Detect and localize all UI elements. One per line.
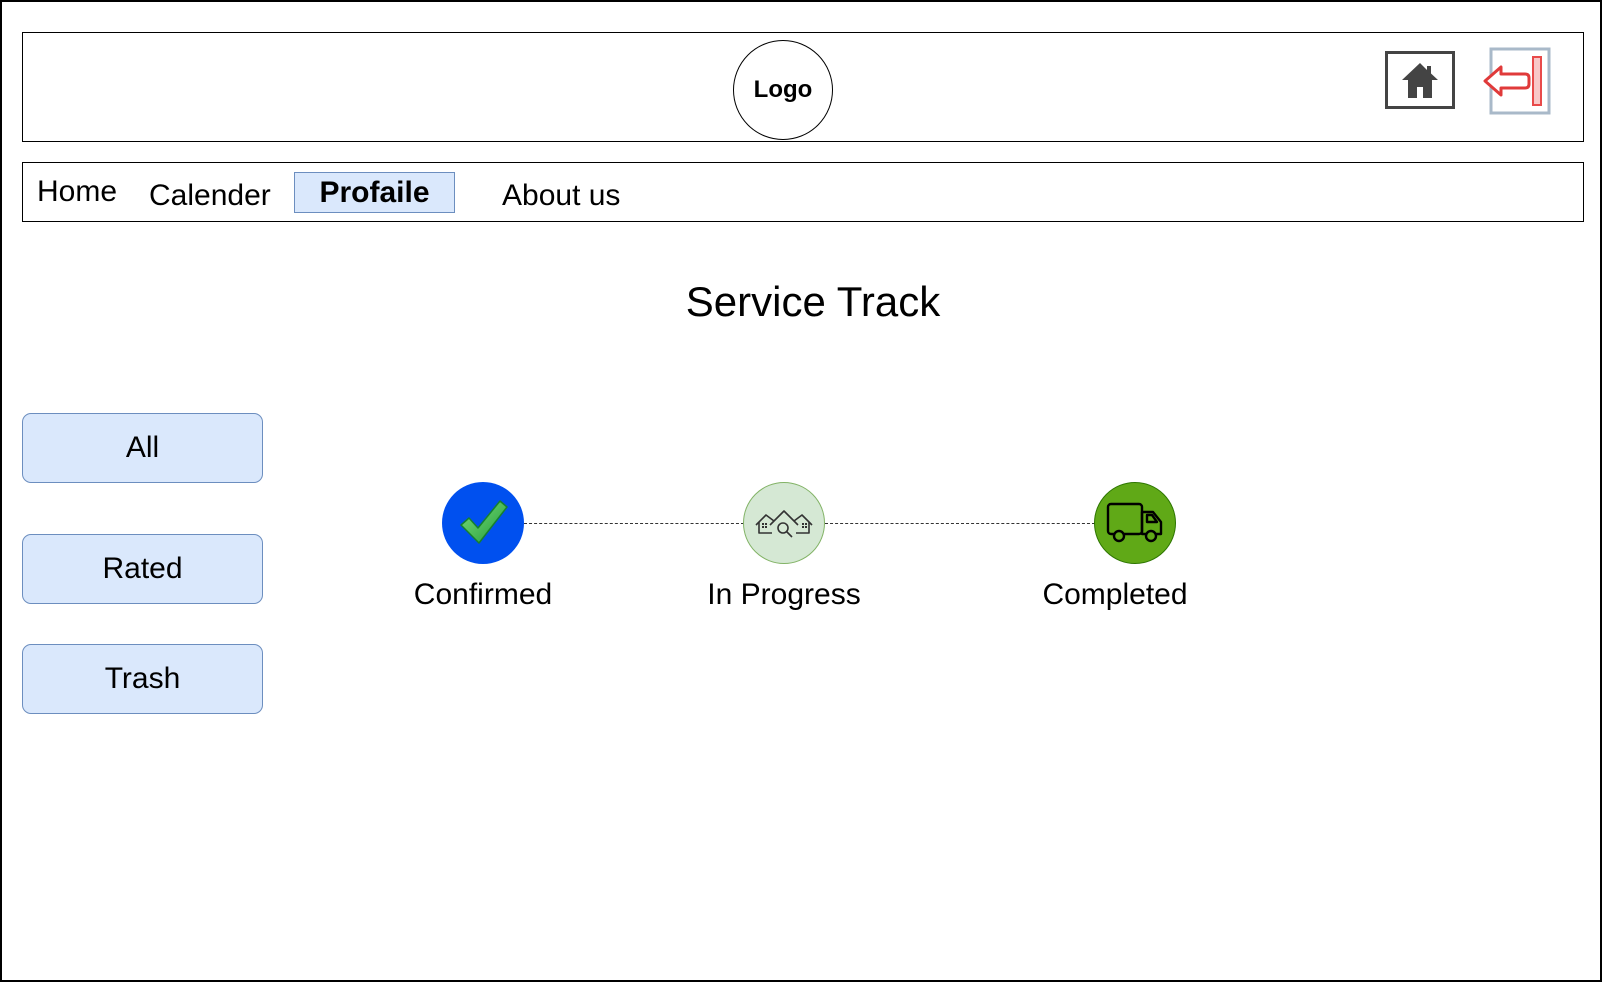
top-header: Logo bbox=[22, 32, 1584, 142]
logo: Logo bbox=[733, 40, 833, 140]
app-frame: Logo Home Calender Profaile About us Ser… bbox=[0, 0, 1602, 982]
home-icon bbox=[1402, 63, 1438, 98]
filter-rated-button[interactable]: Rated bbox=[22, 534, 263, 604]
step-completed-label: Completed bbox=[1042, 578, 1188, 611]
step-completed-marker bbox=[1094, 482, 1176, 564]
track-connector bbox=[524, 523, 744, 524]
nav-item-profaile[interactable]: Profaile bbox=[294, 172, 455, 213]
page-title: Service Track bbox=[685, 278, 941, 325]
nav-item-about-us[interactable]: About us bbox=[502, 179, 620, 213]
nav-item-home[interactable]: Home bbox=[37, 175, 117, 209]
logout-icon bbox=[1483, 47, 1551, 115]
delivery-truck-icon bbox=[1106, 502, 1163, 543]
step-confirmed-label: Confirmed bbox=[413, 578, 553, 611]
main-nav: Home Calender Profaile About us bbox=[22, 162, 1584, 222]
step-in-progress-label: In Progress bbox=[707, 578, 861, 611]
nav-item-calender[interactable]: Calender bbox=[149, 179, 271, 213]
logout-button[interactable] bbox=[1481, 47, 1553, 115]
step-in-progress-marker bbox=[743, 482, 825, 564]
filter-all-button[interactable]: All bbox=[22, 413, 263, 483]
step-confirmed-marker bbox=[442, 482, 524, 564]
checkmark-icon bbox=[460, 500, 508, 544]
home-button[interactable] bbox=[1385, 51, 1455, 109]
track-connector bbox=[825, 523, 1095, 524]
house-inspection-icon bbox=[755, 510, 813, 538]
filter-trash-button[interactable]: Trash bbox=[22, 644, 263, 714]
